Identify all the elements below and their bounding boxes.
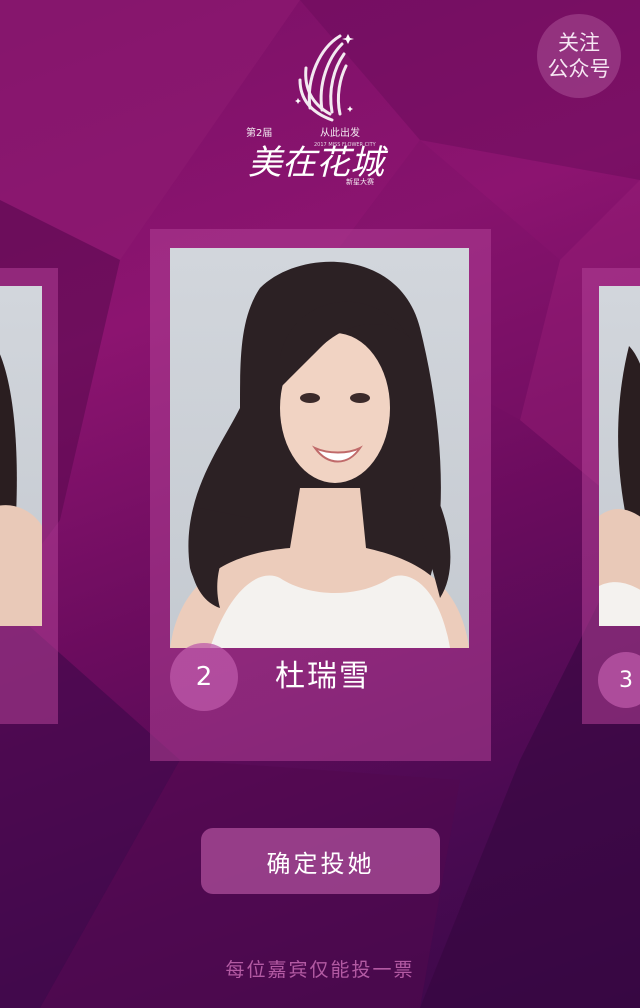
contestant-number-badge: 3	[598, 652, 640, 708]
contestant-name: 杜瑞雪	[275, 659, 371, 694]
contestant-photo	[0, 286, 42, 626]
contestant-card-next[interactable]: 3	[582, 268, 640, 724]
follow-label-line1: 关注	[558, 31, 600, 55]
event-logo: 第2届 从此出发 美在花城 2017 MISS FLOWER CITY 新星大赛	[240, 28, 410, 188]
logo-title: 美在花城	[248, 143, 389, 183]
contestant-card-prev[interactable]	[0, 268, 58, 724]
logo-edition: 第2届	[246, 126, 272, 139]
follow-account-button[interactable]: 关注 公众号	[537, 14, 621, 98]
contestant-card-current[interactable]: 2 杜瑞雪	[150, 229, 491, 761]
contestant-photo	[599, 286, 640, 626]
contestant-photo	[170, 248, 469, 648]
logo-badge: 新星大赛	[346, 177, 374, 186]
confirm-vote-button[interactable]: 确定投她	[201, 828, 440, 894]
vote-limit-notice: 每位嘉宾仅能投一票	[225, 959, 415, 981]
logo-tagline: 从此出发	[320, 126, 360, 139]
logo-subtitle: 2017 MISS FLOWER CITY	[314, 142, 377, 148]
contestant-number-badge: 2	[170, 643, 238, 711]
follow-label-line2: 公众号	[547, 57, 611, 81]
